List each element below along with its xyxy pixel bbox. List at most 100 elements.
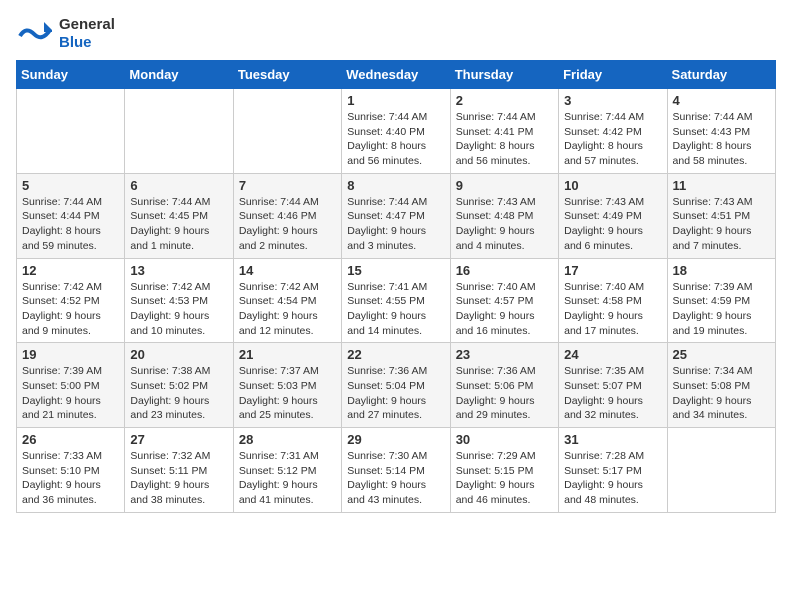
day-info: Sunrise: 7:42 AMSunset: 4:53 PMDaylight:… [130,280,227,339]
day-cell: 17 Sunrise: 7:40 AMSunset: 4:58 PMDayligh… [559,258,667,343]
day-number: 21 [239,347,336,362]
day-number: 11 [673,178,770,193]
day-cell: 4 Sunrise: 7:44 AMSunset: 4:43 PMDaylight… [667,89,775,174]
day-number: 22 [347,347,444,362]
day-number: 29 [347,432,444,447]
day-cell: 11 Sunrise: 7:43 AMSunset: 4:51 PMDayligh… [667,173,775,258]
day-number: 12 [22,263,119,278]
day-info: Sunrise: 7:43 AMSunset: 4:51 PMDaylight:… [673,195,770,254]
day-info: Sunrise: 7:42 AMSunset: 4:52 PMDaylight:… [22,280,119,339]
page: GeneralBlue SundayMondayTuesdayWednesday… [0,0,792,612]
header-day-friday: Friday [559,61,667,89]
week-row-4: 19Sunrise: 7:39 AMSunset: 5:00 PMDayligh… [17,343,776,428]
day-number: 18 [673,263,770,278]
calendar-header: SundayMondayTuesdayWednesdayThursdayFrid… [17,61,776,89]
day-cell [667,428,775,513]
day-number: 15 [347,263,444,278]
day-info: Sunrise: 7:44 AMSunset: 4:45 PMDaylight:… [130,195,227,254]
header-day-saturday: Saturday [667,61,775,89]
logo-blue: Blue [59,34,115,52]
day-cell: 26 Sunrise: 7:33 AMSunset: 5:10 PMDayligh… [17,428,125,513]
day-number: 27 [130,432,227,447]
day-cell: 29 Sunrise: 7:30 AMSunset: 5:14 PMDayligh… [342,428,450,513]
day-info: Sunrise: 7:42 AMSunset: 4:54 PMDaylight:… [239,280,336,339]
day-number: 1 [347,93,444,108]
day-cell: 12 Sunrise: 7:42 AMSunset: 4:52 PMDayligh… [17,258,125,343]
day-number: 2 [456,93,553,108]
day-info: Sunrise: 7:35 AMSunset: 5:07 PMDaylight:… [564,364,661,423]
day-info: Sunrise: 7:31 AMSunset: 5:12 PMDaylight:… [239,449,336,508]
day-number: 10 [564,178,661,193]
day-info: Sunrise: 7:36 AMSunset: 5:06 PMDaylight:… [456,364,553,423]
header-day-wednesday: Wednesday [342,61,450,89]
day-number: 23 [456,347,553,362]
day-number: 17 [564,263,661,278]
day-info: Sunrise: 7:40 AMSunset: 4:57 PMDaylight:… [456,280,553,339]
day-number: 26 [22,432,119,447]
day-info: Sunrise: 7:33 AMSunset: 5:10 PMDaylight:… [22,449,119,508]
day-info: Sunrise: 7:39 AMSunset: 4:59 PMDaylight:… [673,280,770,339]
day-number: 5 [22,178,119,193]
day-number: 30 [456,432,553,447]
day-cell [17,89,125,174]
day-number: 4 [673,93,770,108]
header: GeneralBlue [16,10,776,52]
header-row: SundayMondayTuesdayWednesdayThursdayFrid… [17,61,776,89]
day-info: Sunrise: 7:44 AMSunset: 4:40 PMDaylight:… [347,110,444,169]
day-number: 8 [347,178,444,193]
week-row-1: 1 Sunrise: 7:44 AMSunset: 4:40 PMDaylight… [17,89,776,174]
logo-general: General [59,16,115,34]
week-row-5: 26 Sunrise: 7:33 AMSunset: 5:10 PMDayligh… [17,428,776,513]
logo: GeneralBlue [16,16,115,52]
day-info: Sunrise: 7:34 AMSunset: 5:08 PMDaylight:… [673,364,770,423]
day-number: 3 [564,93,661,108]
day-number: 6 [130,178,227,193]
day-info: Sunrise: 7:41 AMSunset: 4:55 PMDaylight:… [347,280,444,339]
day-info: Sunrise: 7:44 AMSunset: 4:43 PMDaylight:… [673,110,770,169]
day-number: 14 [239,263,336,278]
day-cell [233,89,341,174]
day-cell: 24 Sunrise: 7:35 AMSunset: 5:07 PMDayligh… [559,343,667,428]
day-number: 25 [673,347,770,362]
day-info: Sunrise: 7:44 AMSunset: 4:46 PMDaylight:… [239,195,336,254]
day-info: Sunrise: 7:44 AMSunset: 4:47 PMDaylight:… [347,195,444,254]
day-info: Sunrise: 7:38 AMSunset: 5:02 PMDaylight:… [130,364,227,423]
day-cell: 9Sunrise: 7:43 AMSunset: 4:48 PMDaylight… [450,173,558,258]
day-number: 24 [564,347,661,362]
day-number: 13 [130,263,227,278]
day-info: Sunrise: 7:44 AMSunset: 4:41 PMDaylight:… [456,110,553,169]
day-info: Sunrise: 7:32 AMSunset: 5:11 PMDaylight:… [130,449,227,508]
day-info: Sunrise: 7:43 AMSunset: 4:49 PMDaylight:… [564,195,661,254]
day-number: 7 [239,178,336,193]
day-cell: 14 Sunrise: 7:42 AMSunset: 4:54 PMDayligh… [233,258,341,343]
day-info: Sunrise: 7:40 AMSunset: 4:58 PMDaylight:… [564,280,661,339]
day-cell: 3 Sunrise: 7:44 AMSunset: 4:42 PMDaylight… [559,89,667,174]
day-info: Sunrise: 7:44 AMSunset: 4:42 PMDaylight:… [564,110,661,169]
day-info: Sunrise: 7:30 AMSunset: 5:14 PMDaylight:… [347,449,444,508]
day-cell: 28 Sunrise: 7:31 AMSunset: 5:12 PMDayligh… [233,428,341,513]
day-cell: 13 Sunrise: 7:42 AMSunset: 4:53 PMDayligh… [125,258,233,343]
day-number: 28 [239,432,336,447]
day-number: 19 [22,347,119,362]
day-number: 16 [456,263,553,278]
day-info: Sunrise: 7:37 AMSunset: 5:03 PMDaylight:… [239,364,336,423]
day-cell: 8 Sunrise: 7:44 AMSunset: 4:47 PMDaylight… [342,173,450,258]
day-cell: 30Sunrise: 7:29 AMSunset: 5:15 PMDayligh… [450,428,558,513]
calendar-table: SundayMondayTuesdayWednesdayThursdayFrid… [16,60,776,513]
day-cell: 20 Sunrise: 7:38 AMSunset: 5:02 PMDayligh… [125,343,233,428]
day-number: 31 [564,432,661,447]
day-cell: 6 Sunrise: 7:44 AMSunset: 4:45 PMDaylight… [125,173,233,258]
day-info: Sunrise: 7:43 AMSunset: 4:48 PMDaylight:… [456,195,553,254]
day-cell: 18 Sunrise: 7:39 AMSunset: 4:59 PMDayligh… [667,258,775,343]
day-cell: 16 Sunrise: 7:40 AMSunset: 4:57 PMDayligh… [450,258,558,343]
day-cell: 23 Sunrise: 7:36 AMSunset: 5:06 PMDayligh… [450,343,558,428]
day-cell: 5Sunrise: 7:44 AMSunset: 4:44 PMDaylight… [17,173,125,258]
day-cell: 19Sunrise: 7:39 AMSunset: 5:00 PMDayligh… [17,343,125,428]
week-row-3: 12 Sunrise: 7:42 AMSunset: 4:52 PMDayligh… [17,258,776,343]
day-cell: 1 Sunrise: 7:44 AMSunset: 4:40 PMDaylight… [342,89,450,174]
day-cell: 21 Sunrise: 7:37 AMSunset: 5:03 PMDayligh… [233,343,341,428]
day-number: 20 [130,347,227,362]
logo-svg [16,16,52,52]
week-row-2: 5Sunrise: 7:44 AMSunset: 4:44 PMDaylight… [17,173,776,258]
day-cell: 15 Sunrise: 7:41 AMSunset: 4:55 PMDayligh… [342,258,450,343]
